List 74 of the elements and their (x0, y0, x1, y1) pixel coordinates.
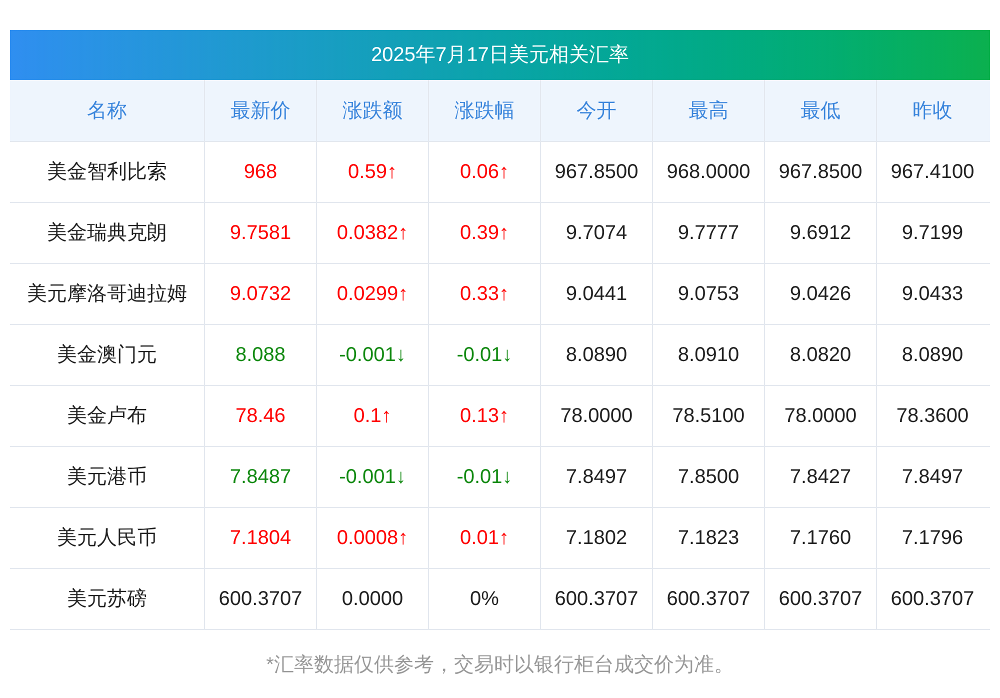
table-cell: 8.0910 (653, 325, 765, 385)
table-cell: 美金智利比索 (10, 142, 205, 202)
column-header: 涨跌额 (317, 80, 429, 141)
table-cell: 0.33↑ (429, 264, 541, 324)
table-cell: 美元人民币 (10, 508, 205, 568)
table-cell: 0.0382↑ (317, 203, 429, 263)
table-cell: 78.0000 (541, 386, 653, 446)
table-cell: 0.39↑ (429, 203, 541, 263)
table-cell: 0.1↑ (317, 386, 429, 446)
table-title: 2025年7月17日美元相关汇率 (10, 30, 990, 80)
table-cell-text: 9.0433 (900, 282, 964, 307)
table-cell: 美金卢布 (10, 386, 205, 446)
table-cell: 0.59↑ (317, 142, 429, 202)
table-cell: 7.1823 (653, 508, 765, 568)
table-cell: 8.0890 (541, 325, 653, 385)
table-cell: 美元摩洛哥迪拉姆 (10, 264, 205, 324)
table-cell: 968.0000 (653, 142, 765, 202)
table-cell-text: 600.3707 (890, 587, 976, 612)
table-cell-text: 8.0890 (900, 343, 964, 368)
table-cell: -0.01↓ (429, 447, 541, 507)
table-cell: 0.0008↑ (317, 508, 429, 568)
table-cell: 9.0732 (205, 264, 317, 324)
table-cell-text: 9.7199 (900, 221, 964, 246)
table-cell: 78.46 (205, 386, 317, 446)
table-cell: 0.0000 (317, 569, 429, 629)
table-cell-text: 7.1796 (900, 526, 964, 551)
table-cell: 0.06↑ (429, 142, 541, 202)
table-cell: 9.6912 (765, 203, 877, 263)
table-cell: 7.8500 (653, 447, 765, 507)
table-cell: 9.7581 (205, 203, 317, 263)
table-cell: 78.5100 (653, 386, 765, 446)
table-cell: 0.0299↑ (317, 264, 429, 324)
table-cell: 9.7074 (541, 203, 653, 263)
table-cell: 7.1760 (765, 508, 877, 568)
column-header: 昨收 (912, 98, 954, 124)
table-cell: 美元港币 (10, 447, 205, 507)
table-cell-text: 78.3600 (895, 404, 970, 429)
table-cell: 0.01↑ (429, 508, 541, 568)
table-cell: -0.001↓ (317, 325, 429, 385)
table-cell: -0.01↓ (429, 325, 541, 385)
table-cell: 7.1802 (541, 508, 653, 568)
table-cell: 9.0426 (765, 264, 877, 324)
table-cell-text: 967.4100 (890, 160, 976, 185)
table-cell: 7.1804 (205, 508, 317, 568)
disclaimer-note: *汇率数据仅供参考，交易时以银行柜台成交价为准。 (266, 653, 734, 678)
table-cell: 8.088 (205, 325, 317, 385)
table-cell: 9.0441 (541, 264, 653, 324)
column-header: 今开 (541, 80, 653, 141)
column-header: 涨跌幅 (429, 80, 541, 141)
table-cell: 600.3707 (205, 569, 317, 629)
column-header: 最新价 (205, 80, 317, 141)
table-cell: 美金瑞典克朗 (10, 203, 205, 263)
table-cell: 968 (205, 142, 317, 202)
table-cell: 600.3707 (765, 569, 877, 629)
column-header: 最低 (765, 80, 877, 141)
column-header: 名称 (10, 80, 205, 141)
table-cell-text: 7.8497 (900, 465, 964, 490)
table-cell: 0.13↑ (429, 386, 541, 446)
table-cell: 美金澳门元 (10, 325, 205, 385)
table-cell: 967.8500 (541, 142, 653, 202)
column-header: 最高 (653, 80, 765, 141)
table-cell: 967.8500 (765, 142, 877, 202)
table-cell: 7.8497 (541, 447, 653, 507)
table-cell: 78.0000 (765, 386, 877, 446)
table-cell: 600.3707 (653, 569, 765, 629)
table-cell: 600.3707 (541, 569, 653, 629)
table-cell: 0% (429, 569, 541, 629)
table-cell: 7.8487 (205, 447, 317, 507)
table-cell: 7.8427 (765, 447, 877, 507)
table-cell: 9.7777 (653, 203, 765, 263)
table-cell: 美元苏磅 (10, 569, 205, 629)
table-cell: -0.001↓ (317, 447, 429, 507)
table-cell: 9.0753 (653, 264, 765, 324)
table-cell: 8.0820 (765, 325, 877, 385)
